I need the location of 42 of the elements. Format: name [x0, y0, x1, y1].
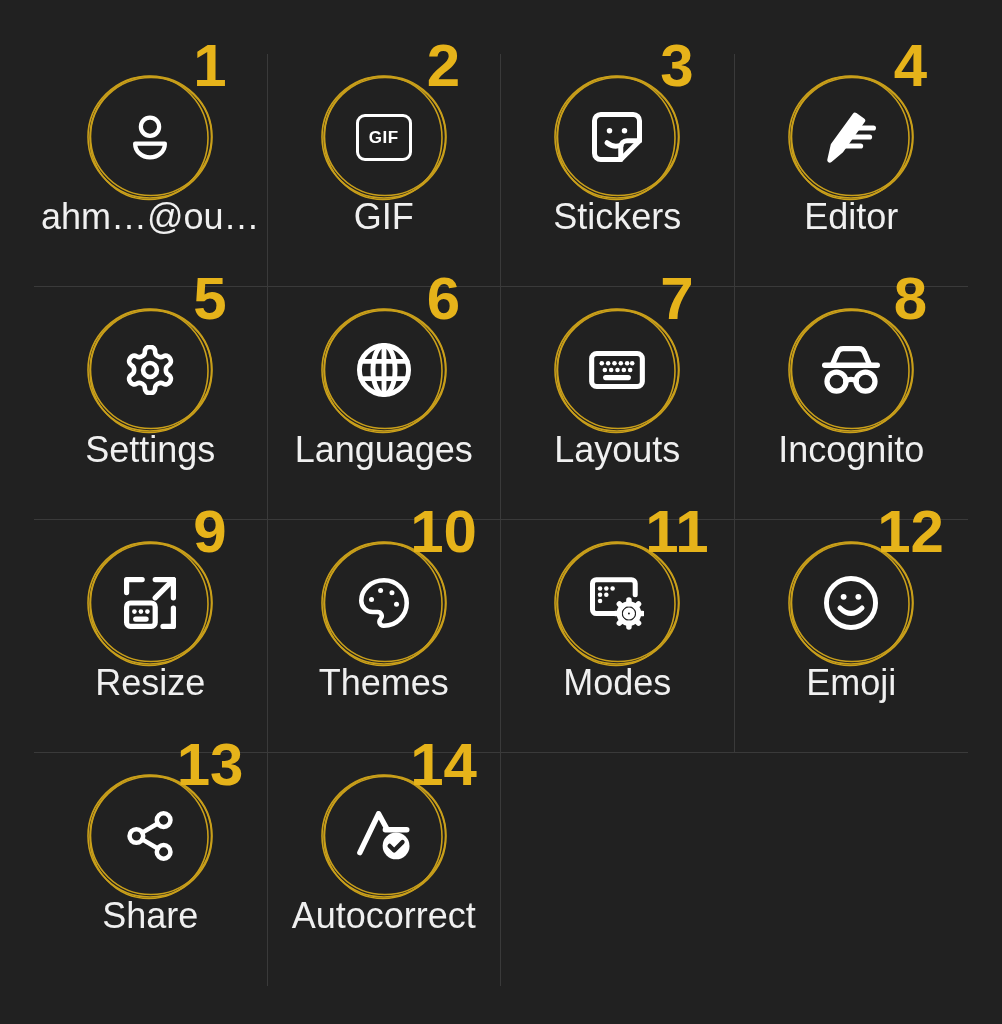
annotation-number: 13 — [176, 735, 244, 795]
modes-button[interactable]: Modes — [563, 575, 672, 705]
annotation-number: 2 — [426, 36, 461, 96]
gif-icon: GIF — [355, 113, 412, 161]
keyboard-gear-icon — [590, 576, 645, 630]
hat-glasses-icon — [822, 346, 881, 394]
resize-button[interactable]: Resize — [95, 575, 206, 705]
account-button[interactable]: ahm…@ou… — [40, 109, 260, 239]
annotation-number: 4 — [893, 36, 928, 96]
annotation-number: 1 — [193, 36, 227, 96]
annotation-number: 11 — [645, 502, 709, 562]
pen-icon — [826, 111, 877, 163]
languages-button[interactable]: Languages — [294, 342, 473, 472]
palette-icon — [358, 578, 409, 628]
annotation-number: 12 — [877, 502, 944, 562]
sticker-icon — [592, 112, 643, 162]
share-icon — [127, 811, 174, 861]
caret-check-icon — [356, 810, 411, 862]
gif-button[interactable]: GIF GIF — [353, 109, 414, 239]
emoji-button[interactable]: Emoji — [806, 575, 897, 705]
share-button[interactable]: Share — [102, 808, 199, 938]
themes-button[interactable]: Themes — [318, 575, 449, 705]
annotation-number: 14 — [410, 735, 477, 795]
annotation-number: 7 — [660, 269, 694, 329]
resize-icon — [124, 577, 177, 629]
settings-button[interactable]: Settings — [85, 342, 216, 472]
incognito-button[interactable]: Incognito — [778, 342, 925, 472]
stickers-button[interactable]: Stickers — [553, 109, 682, 239]
autocorrect-button[interactable]: Autocorrect — [291, 808, 476, 938]
smiley-icon — [824, 576, 879, 630]
keyboard-icon — [589, 351, 646, 389]
annotation-number: 6 — [426, 269, 461, 329]
layouts-button[interactable]: Layouts — [554, 342, 681, 472]
annotation-number: 9 — [193, 502, 227, 562]
annotation-number: 3 — [660, 36, 694, 96]
globe-icon — [356, 343, 411, 397]
editor-button[interactable]: Editor — [804, 109, 899, 239]
annotation-number: 8 — [893, 269, 928, 329]
person-icon — [133, 114, 168, 160]
settings-icon — [125, 345, 176, 395]
annotation-number: 5 — [193, 269, 227, 329]
annotation-number: 10 — [410, 502, 477, 562]
